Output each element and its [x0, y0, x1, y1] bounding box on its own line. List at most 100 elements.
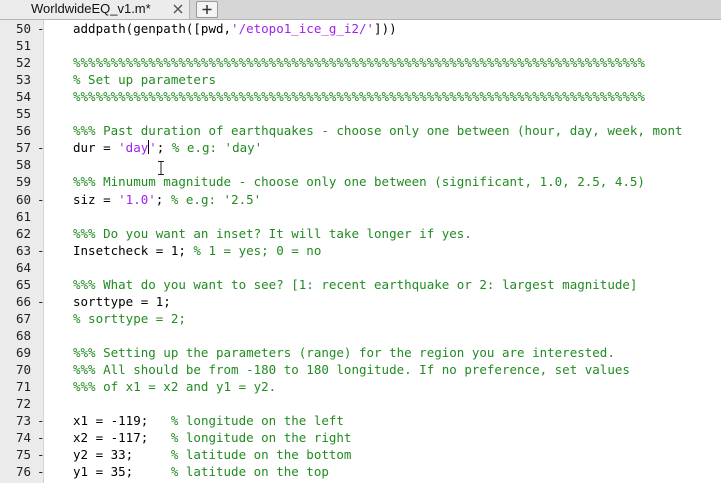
code-text[interactable]: % sorttype = 2;: [73, 310, 186, 327]
code-token: y1 = 35;: [73, 464, 171, 480]
file-tab[interactable]: WorldwideEQ_v1.m*: [0, 0, 190, 19]
code-text[interactable]: %%% What do you want to see? [1: recent …: [73, 276, 637, 293]
code-line[interactable]: 65 %%% What do you want to see? [1: recen…: [0, 276, 721, 293]
line-number: 68: [15, 327, 31, 343]
code-line[interactable]: 59 %%% Minumum magnitude - choose only on…: [0, 173, 721, 190]
plus-icon: [202, 5, 212, 14]
breakpoint-marker[interactable]: -: [37, 293, 45, 310]
close-icon[interactable]: [172, 3, 184, 15]
breakpoint-marker[interactable]: -: [37, 412, 45, 429]
code-text[interactable]: % Set up parameters: [73, 71, 216, 88]
code-line[interactable]: 69 %%% Setting up the parameters (range) …: [0, 344, 721, 361]
code-text[interactable]: %%% Past duration of earthquakes - choos…: [73, 122, 683, 139]
code-line[interactable]: 54%%%%%%%%%%%%%%%%%%%%%%%%%%%%%%%%%%%%%%…: [0, 88, 721, 105]
line-number: 55: [15, 106, 31, 122]
code-line[interactable]: 57- dur = 'day'; % e.g: 'day': [0, 139, 721, 156]
breakpoint-marker[interactable]: -: [37, 242, 45, 259]
code-text[interactable]: %%%%%%%%%%%%%%%%%%%%%%%%%%%%%%%%%%%%%%%%…: [73, 54, 645, 71]
line-number: 54: [15, 89, 31, 105]
code-line[interactable]: 76- y1 = 35; % latitude on the top: [0, 463, 721, 480]
code-text[interactable]: %%%%%%%%%%%%%%%%%%%%%%%%%%%%%%%%%%%%%%%%…: [73, 88, 645, 105]
line-number: 75: [15, 447, 31, 463]
code-comment: %%% What do you want to see? [1: recent …: [73, 276, 638, 292]
code-text[interactable]: dur = 'day'; % e.g: 'day': [73, 139, 262, 156]
breakpoint-marker[interactable]: -: [37, 463, 45, 480]
breakpoint-marker[interactable]: -: [37, 139, 45, 156]
code-comment: %%% of x1 = x2 and y1 = y2.: [73, 379, 277, 395]
line-number: 70: [15, 362, 31, 377]
code-line[interactable]: 68: [0, 327, 721, 344]
code-line[interactable]: 53 % Set up parameters: [0, 71, 721, 88]
code-string: '/etopo1_ice_g_i2/': [231, 21, 375, 36]
code-text[interactable]: x2 = -117; % longitude on the right: [73, 429, 351, 446]
line-number: 59: [15, 174, 31, 190]
breakpoint-marker[interactable]: -: [37, 429, 45, 446]
code-text[interactable]: addpath(genpath([pwd,'/etopo1_ice_g_i2/'…: [73, 20, 397, 37]
code-line[interactable]: 70 %%% All should be from -180 to 180 lon…: [0, 361, 721, 378]
breakpoint-marker[interactable]: -: [37, 191, 45, 208]
code-text[interactable]: %%% Do you want an inset? It will take l…: [73, 225, 472, 242]
code-comment: % Set up parameters: [73, 72, 216, 88]
line-number: 57: [15, 140, 31, 156]
file-tab-label[interactable]: WorldwideEQ_v1.m*: [31, 1, 151, 17]
code-string: ': [149, 140, 157, 156]
code-line[interactable]: 75- y2 = 33; % latitude on the bottom: [0, 446, 721, 463]
code-comment: % 1 = yes; 0 = no: [193, 242, 322, 258]
code-comment: % latitude on the bottom: [170, 447, 352, 463]
editor-tab-bar: WorldwideEQ_v1.m*: [0, 0, 721, 20]
code-text[interactable]: x1 = -119; % longitude on the left: [73, 412, 344, 429]
code-line[interactable]: 66- sorttype = 1;: [0, 293, 721, 310]
code-text[interactable]: %%% All should be from -180 to 180 longi…: [73, 361, 630, 378]
breakpoint-marker[interactable]: -: [37, 20, 45, 37]
code-line[interactable]: 74- x2 = -117; % longitude on the right: [0, 429, 721, 446]
line-number: 50: [15, 21, 31, 36]
code-line[interactable]: 56 %%% Past duration of earthquakes - cho…: [0, 122, 721, 139]
code-token: ;: [156, 140, 172, 156]
code-text[interactable]: %%% of x1 = x2 and y1 = y2.: [73, 378, 276, 395]
code-line[interactable]: 50- addpath(genpath([pwd,'/etopo1_ice_g_i…: [0, 20, 721, 37]
code-text[interactable]: Insetcheck = 1; % 1 = yes; 0 = no: [73, 242, 321, 259]
line-number: 64: [15, 259, 31, 275]
code-line[interactable]: 71 %%% of x1 = x2 and y1 = y2.: [0, 378, 721, 395]
code-line[interactable]: 62 %%% Do you want an inset? It will take…: [0, 225, 721, 242]
code-text[interactable]: y1 = 35; % latitude on the top: [73, 463, 329, 480]
code-line[interactable]: 55: [0, 105, 721, 122]
code-comment: %%% Setting up the parameters (range) fo…: [73, 344, 615, 360]
code-line[interactable]: 61: [0, 208, 721, 225]
matlab-editor-window: WorldwideEQ_v1.m* 50- addpath(genpath([pw…: [0, 0, 721, 483]
code-text[interactable]: siz = '1.0'; % e.g: '2.5': [73, 191, 261, 208]
code-text[interactable]: %%% Setting up the parameters (range) fo…: [73, 344, 615, 361]
code-token: x2 = -117;: [73, 430, 171, 446]
line-number: 56: [15, 123, 31, 139]
code-line[interactable]: 51: [0, 37, 721, 54]
code-line[interactable]: 73- x1 = -119; % longitude on the left: [0, 412, 721, 429]
code-text[interactable]: sorttype = 1;: [73, 293, 171, 310]
code-line[interactable]: 52%%%%%%%%%%%%%%%%%%%%%%%%%%%%%%%%%%%%%%…: [0, 54, 721, 71]
code-line[interactable]: 58: [0, 156, 721, 173]
code-token: sorttype = 1;: [73, 293, 171, 309]
line-number: 66: [15, 293, 31, 309]
line-number: 73: [15, 413, 31, 429]
line-number: 74: [15, 430, 31, 446]
code-line[interactable]: 60- siz = '1.0'; % e.g: '2.5': [0, 191, 721, 208]
line-number: 53: [15, 72, 31, 88]
code-token: y2 = 33;: [73, 447, 171, 463]
code-line[interactable]: 67 % sorttype = 2;: [0, 310, 721, 327]
text-cursor-icon: [158, 161, 164, 175]
line-number: 62: [15, 225, 31, 241]
code-comment: %%%%%%%%%%%%%%%%%%%%%%%%%%%%%%%%%%%%%%%%…: [73, 55, 645, 71]
code-text[interactable]: y2 = 33; % latitude on the bottom: [73, 446, 351, 463]
new-tab-button[interactable]: [196, 1, 218, 18]
code-comment: % e.g: 'day': [171, 140, 263, 156]
code-token: dur =: [73, 140, 119, 156]
code-line[interactable]: 72: [0, 395, 721, 412]
code-comment: % e.g: '2.5': [170, 191, 262, 207]
code-line[interactable]: 63- Insetcheck = 1; % 1 = yes; 0 = no: [0, 242, 721, 259]
code-line[interactable]: 64: [0, 259, 721, 276]
code-token: ])): [374, 21, 397, 36]
code-token: x1 = -119;: [73, 413, 171, 429]
code-comment: %%% Past duration of earthquakes - choos…: [73, 123, 683, 139]
breakpoint-marker[interactable]: -: [37, 446, 45, 463]
code-comment: % sorttype = 2;: [73, 310, 186, 326]
code-comment: %%% Minumum magnitude - choose only one …: [73, 174, 645, 190]
